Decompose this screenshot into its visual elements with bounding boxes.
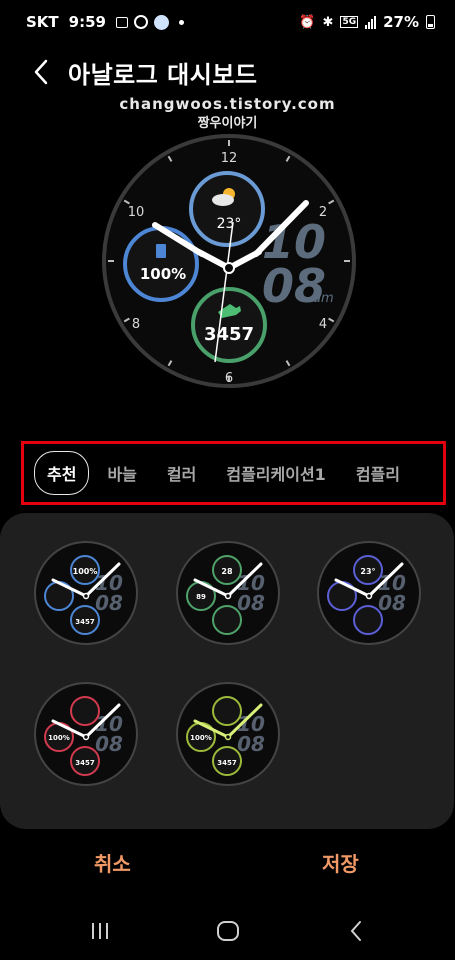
clock: 9:59 <box>68 13 106 31</box>
recent-apps-button[interactable] <box>80 916 120 946</box>
steps-count: 3457 <box>204 324 254 345</box>
preset-top-value: 100% <box>73 567 98 576</box>
preset-bottom-value: 3457 <box>75 618 95 626</box>
preset-top-value: 28 <box>221 567 233 576</box>
page-title: 아날로그 대시보드 <box>68 60 258 89</box>
alarm-icon: ⏰ <box>299 14 316 30</box>
preset-left-value: 100% <box>48 734 70 742</box>
preset-top-complication <box>212 696 242 726</box>
back-button[interactable] <box>26 52 56 92</box>
tab-color[interactable]: 컬러 <box>167 461 196 485</box>
signal-icon <box>365 15 377 29</box>
preset-minute: 08 <box>378 591 406 615</box>
preset-bottom-complication <box>212 605 242 635</box>
preset-bottom-value: 3457 <box>217 759 237 767</box>
back-icon <box>350 921 361 941</box>
network-type: 5G <box>340 16 359 28</box>
battery-level: 100% <box>140 265 186 283</box>
numeral-6: 6 <box>225 371 233 386</box>
battery-icon <box>426 15 435 29</box>
numeral-12: 12 <box>221 151 238 166</box>
numeral-10: 10 <box>128 205 145 220</box>
preset-thumb-3[interactable]: 10 08 23° <box>316 540 422 646</box>
save-button[interactable]: 저장 <box>322 848 359 877</box>
preset-bottom-complication <box>353 605 383 635</box>
preset-hand-pin <box>82 733 90 741</box>
preset-left-value: 100% <box>190 734 212 742</box>
preset-1-graphic: 1008100%3457 <box>34 541 138 645</box>
watermark-url: changwoos.tistory.com <box>119 95 336 113</box>
preset-thumb-2[interactable]: 10 08 28 89 <box>175 540 281 646</box>
preset-hand-pin <box>82 592 90 600</box>
home-icon <box>217 921 239 941</box>
preset-minute: 08 <box>95 591 123 615</box>
watermark-name: 짱우이야기 <box>197 116 258 131</box>
preset-4-graphic: 1008100%3457 <box>34 682 138 786</box>
preset-3-graphic: 100823° <box>317 541 421 645</box>
preset-top-complication <box>70 696 100 726</box>
app-header: 아날로그 대시보드 <box>0 50 455 94</box>
watch-face-graphic: 12 2 4 6 8 10 10 08 am 23° 100% 3457 <box>102 134 356 388</box>
status-bar: SKT 9:59 ⏰ ✱ 5G 27% <box>0 10 455 34</box>
battery-complication <box>123 226 199 302</box>
carrier-label: SKT <box>26 13 59 31</box>
tab-recommended[interactable]: 추천 <box>34 451 90 495</box>
home-button[interactable] <box>208 916 248 946</box>
weather-temp: 23° <box>217 216 242 232</box>
battery-level-icon <box>156 244 166 258</box>
battery-percent: 27% <box>383 13 419 31</box>
preset-minute: 08 <box>95 732 123 756</box>
gallery-notification-icon <box>115 16 128 28</box>
preset-hand-pin <box>224 733 232 741</box>
recents-icon <box>92 923 108 939</box>
preset-top-value: 23° <box>360 567 375 576</box>
preset-hand-pin <box>365 592 373 600</box>
preset-thumb-1[interactable]: 10 08 100% 3457 <box>33 540 139 646</box>
numeral-4: 4 <box>319 317 327 332</box>
preset-minute: 08 <box>237 732 265 756</box>
wearable-notification-icon <box>153 14 169 30</box>
tab-complication1[interactable]: 컴플리케이션1 <box>226 461 325 485</box>
cancel-button[interactable]: 취소 <box>94 848 131 877</box>
weather-complication <box>189 171 265 247</box>
preset-hand-pin <box>224 592 232 600</box>
action-bar: 취소 저장 <box>0 848 455 878</box>
bluetooth-icon: ✱ <box>322 14 334 30</box>
preset-5-graphic: 1008100%3457 <box>176 682 280 786</box>
cloud-icon <box>212 194 234 206</box>
numeral-8: 8 <box>132 317 140 332</box>
preset-2-graphic: 10082889 <box>176 541 280 645</box>
preset-bottom-value: 3457 <box>75 759 95 767</box>
preset-minute: 08 <box>237 591 265 615</box>
preset-thumb-5[interactable]: 10 08 100% 3457 <box>175 681 281 787</box>
preset-left-value: 89 <box>196 593 206 601</box>
watch-face-preview: 12 2 4 6 8 10 10 08 am 23° 100% 3457 <box>98 130 360 392</box>
system-nav-bar <box>0 908 455 952</box>
system-back-button[interactable] <box>336 916 376 946</box>
category-tabs: 추천 바늘 컬러 컴플리케이션1 컴플리 <box>21 441 446 505</box>
app-notification-icon <box>133 15 148 29</box>
preset-thumb-4[interactable]: 10 08 100% 3457 <box>33 681 139 787</box>
preset-panel: 10 08 100% 3457 10 08 28 89 10 08 23° 10 08 100% 34… <box>0 513 454 829</box>
chevron-left-icon <box>34 59 48 85</box>
tab-complication2[interactable]: 컴플리 <box>356 461 400 485</box>
more-notifications-icon <box>178 19 184 25</box>
tab-hands[interactable]: 바늘 <box>107 461 136 485</box>
time-ampm: am <box>313 291 334 306</box>
